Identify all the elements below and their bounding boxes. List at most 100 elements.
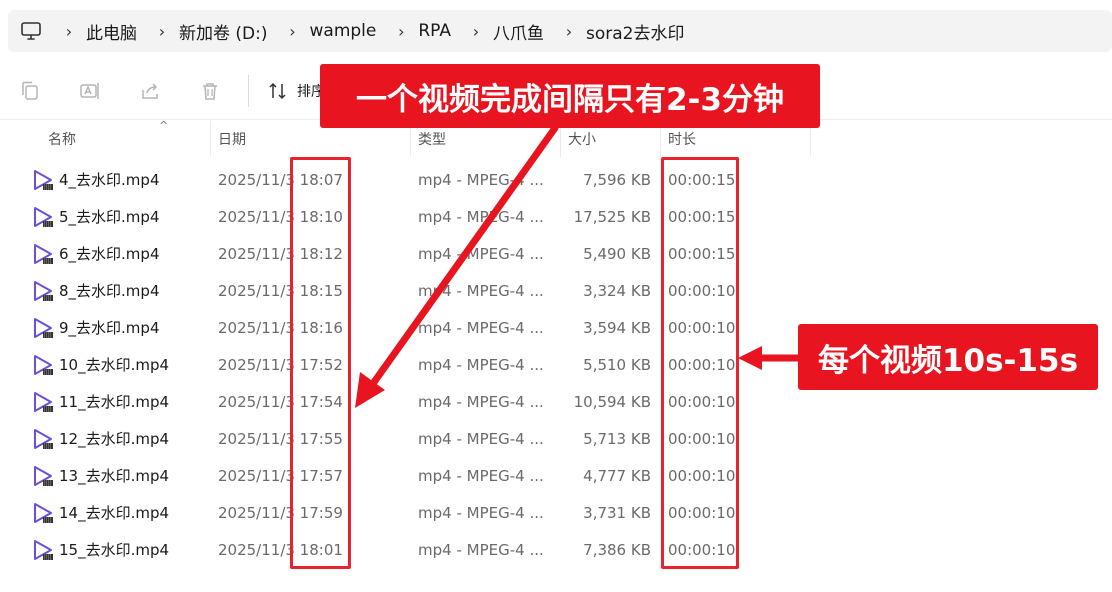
file-row[interactable]: 15_去水印.mp4 2025/11/3 18:01 mp4 - MPEG-4 … bbox=[0, 531, 1112, 568]
breadcrumb-label[interactable]: 新加卷 (D:) bbox=[177, 19, 270, 44]
chevron-right-icon[interactable]: › bbox=[386, 22, 416, 41]
file-row[interactable]: 4_去水印.mp4 2025/11/3 18:07 mp4 - MPEG-4 .… bbox=[0, 161, 1112, 198]
file-name: 9_去水印.mp4 bbox=[59, 319, 160, 337]
duration-highlight-box bbox=[661, 157, 739, 569]
delete-icon bbox=[203, 82, 217, 100]
file-size: 7,596 KB bbox=[583, 170, 651, 189]
column-header-label: 大小 bbox=[568, 132, 596, 148]
breadcrumb-item[interactable]: › 此电脑 bbox=[54, 10, 139, 52]
file-row[interactable]: 5_去水印.mp4 2025/11/3 18:10 mp4 - MPEG-4 .… bbox=[0, 198, 1112, 235]
file-type: mp4 - MPEG-4 ... bbox=[418, 355, 544, 374]
file-name-cell[interactable]: 13_去水印.mp4 bbox=[32, 457, 169, 494]
column-header-label: 日期 bbox=[218, 132, 246, 148]
toolbar-divider bbox=[248, 74, 249, 107]
file-name: 15_去水印.mp4 bbox=[59, 541, 170, 559]
file-name: 4_去水印.mp4 bbox=[59, 171, 160, 189]
file-type: mp4 - MPEG-4 ... bbox=[418, 318, 544, 337]
breadcrumb-label[interactable]: 八爪鱼 bbox=[491, 19, 546, 44]
video-file-icon bbox=[34, 206, 53, 227]
video-file-icon bbox=[34, 317, 53, 338]
file-size: 3,731 KB bbox=[583, 503, 651, 522]
time-highlight-box bbox=[290, 157, 351, 569]
breadcrumb-item[interactable]: › RPA bbox=[386, 10, 453, 52]
copy-button[interactable] bbox=[0, 71, 60, 111]
video-file-icon bbox=[34, 391, 53, 412]
file-name: 12_去水印.mp4 bbox=[59, 430, 170, 448]
chevron-right-icon[interactable]: › bbox=[461, 22, 491, 41]
file-size: 5,713 KB bbox=[583, 429, 651, 448]
file-name: 10_去水印.mp4 bbox=[59, 356, 170, 374]
file-name-cell[interactable]: 6_去水印.mp4 bbox=[32, 235, 160, 272]
chevron-right-icon[interactable]: › bbox=[554, 22, 584, 41]
breadcrumb-item[interactable]: › 新加卷 (D:) bbox=[147, 10, 270, 52]
sort-ascending-icon: ^ bbox=[159, 119, 169, 132]
file-type: mp4 - MPEG-4 ... bbox=[418, 540, 544, 559]
breadcrumb-label[interactable]: wample bbox=[308, 21, 379, 41]
file-type: mp4 - MPEG-4 ... bbox=[418, 207, 544, 226]
column-header-label: 时长 bbox=[668, 132, 696, 148]
file-name-cell[interactable]: 8_去水印.mp4 bbox=[32, 272, 160, 309]
computer-icon[interactable] bbox=[8, 10, 54, 52]
file-size: 17,525 KB bbox=[573, 207, 651, 226]
sort-button[interactable]: 排序 bbox=[257, 71, 325, 111]
file-name-cell[interactable]: 10_去水印.mp4 bbox=[32, 346, 169, 383]
file-size: 7,386 KB bbox=[583, 540, 651, 559]
file-name-cell[interactable]: 12_去水印.mp4 bbox=[32, 420, 169, 457]
breadcrumb-label[interactable]: sora2去水印 bbox=[584, 19, 686, 44]
annotation-banner-duration: 每个视频10s-15s bbox=[798, 324, 1098, 390]
video-file-icon bbox=[34, 539, 53, 560]
video-file-icon bbox=[34, 465, 53, 486]
breadcrumb-label[interactable]: 此电脑 bbox=[84, 19, 139, 44]
sort-icon bbox=[269, 82, 286, 99]
rename-icon bbox=[80, 82, 99, 99]
video-file-icon bbox=[34, 502, 53, 523]
column-header-name[interactable]: 名称 ^ bbox=[41, 119, 211, 157]
file-name-cell[interactable]: 9_去水印.mp4 bbox=[32, 309, 160, 346]
video-file-icon bbox=[34, 280, 53, 301]
file-row[interactable]: 6_去水印.mp4 2025/11/3 18:12 mp4 - MPEG-4 .… bbox=[0, 235, 1112, 272]
chevron-right-icon[interactable]: › bbox=[54, 22, 84, 41]
rename-button[interactable] bbox=[60, 71, 120, 111]
breadcrumb-item[interactable]: › 八爪鱼 bbox=[461, 10, 546, 52]
video-file-icon bbox=[34, 243, 53, 264]
file-name: 13_去水印.mp4 bbox=[59, 467, 170, 485]
breadcrumb-item[interactable]: › sora2去水印 bbox=[554, 10, 686, 52]
file-name: 5_去水印.mp4 bbox=[59, 208, 160, 226]
share-button[interactable] bbox=[120, 71, 180, 111]
file-name-cell[interactable]: 4_去水印.mp4 bbox=[32, 161, 160, 198]
chevron-right-icon[interactable]: › bbox=[278, 22, 308, 41]
file-type: mp4 - MPEG-4 ... bbox=[418, 429, 544, 448]
file-size: 5,510 KB bbox=[583, 355, 651, 374]
file-size: 3,594 KB bbox=[583, 318, 651, 337]
annotation-banner-interval: 一个视频完成间隔只有2-3分钟 bbox=[320, 64, 820, 128]
video-file-icon bbox=[34, 169, 53, 190]
column-header-label: 名称 bbox=[48, 132, 76, 148]
file-name: 14_去水印.mp4 bbox=[59, 504, 170, 522]
address-bar[interactable]: › 此电脑 › 新加卷 (D:) › wample › RPA › 八爪鱼 › sora2去… bbox=[8, 10, 1112, 52]
file-type: mp4 - MPEG-4 ... bbox=[418, 281, 544, 300]
file-type: mp4 - MPEG-4 ... bbox=[418, 244, 544, 263]
file-type: mp4 - MPEG-4 ... bbox=[418, 503, 544, 522]
file-size: 4,777 KB bbox=[583, 466, 651, 485]
file-row[interactable]: 8_去水印.mp4 2025/11/3 18:15 mp4 - MPEG-4 .… bbox=[0, 272, 1112, 309]
file-name: 11_去水印.mp4 bbox=[59, 393, 170, 411]
file-name-cell[interactable]: 5_去水印.mp4 bbox=[32, 198, 160, 235]
breadcrumb-label[interactable]: RPA bbox=[416, 21, 453, 41]
file-type: mp4 - MPEG-4 ... bbox=[418, 170, 544, 189]
file-name-cell[interactable]: 15_去水印.mp4 bbox=[32, 531, 169, 568]
file-size: 10,594 KB bbox=[573, 392, 651, 411]
file-name: 8_去水印.mp4 bbox=[59, 282, 160, 300]
file-row[interactable]: 13_去水印.mp4 2025/11/3 17:57 mp4 - MPEG-4 … bbox=[0, 457, 1112, 494]
file-row[interactable]: 14_去水印.mp4 2025/11/3 17:59 mp4 - MPEG-4 … bbox=[0, 494, 1112, 531]
delete-button[interactable] bbox=[180, 71, 240, 111]
breadcrumb-item[interactable]: › wample bbox=[278, 10, 379, 52]
column-header-label: 类型 bbox=[418, 132, 446, 148]
file-name-cell[interactable]: 14_去水印.mp4 bbox=[32, 494, 169, 531]
file-row[interactable]: 12_去水印.mp4 2025/11/3 17:55 mp4 - MPEG-4 … bbox=[0, 420, 1112, 457]
chevron-right-icon[interactable]: › bbox=[147, 22, 177, 41]
share-icon bbox=[142, 82, 158, 99]
video-file-icon bbox=[34, 428, 53, 449]
file-type: mp4 - MPEG-4 ... bbox=[418, 392, 544, 411]
file-name-cell[interactable]: 11_去水印.mp4 bbox=[32, 383, 169, 420]
copy-icon bbox=[22, 81, 38, 100]
